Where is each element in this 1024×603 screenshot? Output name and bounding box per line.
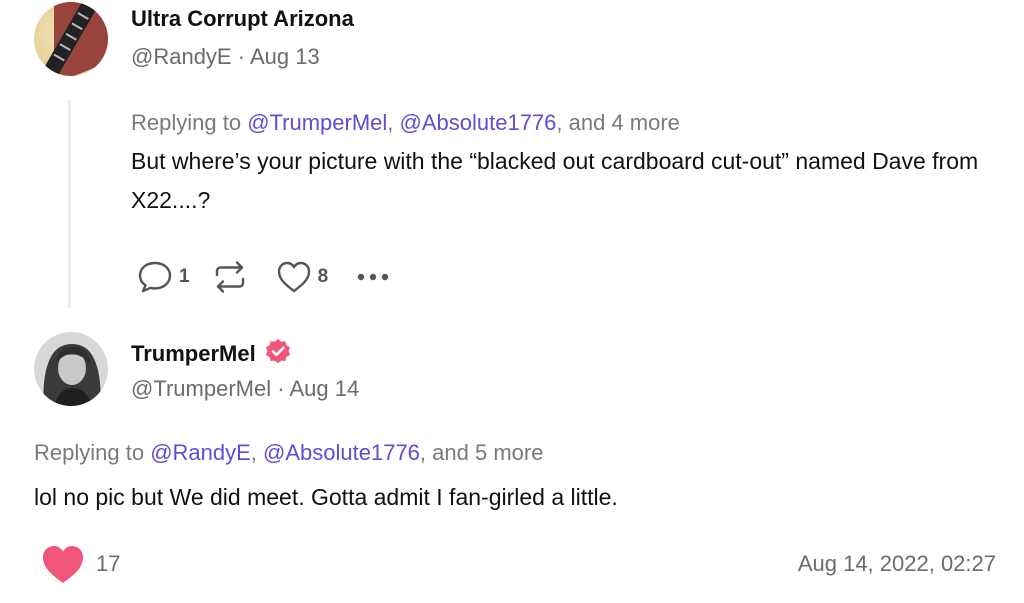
display-name[interactable]: Ultra Corrupt Arizona — [131, 6, 354, 32]
mention-link[interactable]: @Absolute1776 — [263, 440, 420, 465]
handle[interactable]: @TrumperMel — [131, 376, 271, 401]
handle-and-date: @RandyE · Aug 13 — [131, 44, 320, 70]
avatar-randye[interactable] — [34, 2, 108, 76]
more-button[interactable] — [356, 272, 390, 282]
post-text: lol no pic but We did meet. Gotta admit … — [34, 484, 618, 510]
post-date[interactable]: Aug 13 — [250, 44, 320, 69]
mention-link[interactable]: @TrumperMel — [247, 110, 387, 135]
replying-prefix: Replying to — [131, 110, 248, 135]
restack-button[interactable] — [212, 260, 248, 294]
post-timestamp: Aug 14, 2022, 02:27 — [797, 551, 996, 576]
restack-icon — [212, 260, 248, 294]
like-count: 17 — [96, 551, 121, 576]
mention-link[interactable]: @Absolute1776 — [400, 110, 557, 135]
thread-line — [68, 100, 71, 308]
comment-icon — [137, 260, 173, 294]
comment-count: 1 — [179, 266, 190, 287]
and-more[interactable]: , and 4 more — [556, 110, 680, 135]
display-name: TrumperMel — [131, 338, 292, 372]
post-actions: 1 8 — [137, 260, 390, 294]
avatar-trumpermel[interactable] — [34, 332, 108, 406]
like-count: 8 — [317, 266, 329, 287]
handle[interactable]: @RandyE — [131, 44, 232, 69]
replying-prefix: Replying to — [34, 440, 151, 465]
comma: , — [250, 440, 264, 465]
comment-button[interactable]: 1 — [137, 260, 190, 294]
post-date[interactable]: Aug 14 — [289, 376, 359, 401]
separator: · — [277, 376, 285, 401]
more-dots-icon — [356, 272, 390, 282]
like-button[interactable]: 8 — [276, 260, 329, 294]
post-text: But where’s your picture with the “black… — [131, 148, 979, 213]
comma: , — [387, 110, 400, 135]
replying-to: Replying to @RandyE, @Absolute1776, and … — [34, 440, 543, 466]
display-name-text[interactable]: TrumperMel — [131, 341, 256, 366]
handle-and-date: @TrumperMel · Aug 14 — [131, 376, 359, 402]
and-more[interactable]: , and 5 more — [420, 440, 544, 465]
heart-filled-icon — [40, 546, 86, 589]
replying-to: Replying to @TrumperMel, @Absolute1776, … — [131, 110, 680, 136]
separator: · — [237, 44, 246, 69]
verified-badge-icon — [264, 338, 292, 372]
like-button[interactable] — [40, 543, 86, 590]
mention-link[interactable]: @RandyE — [150, 440, 251, 465]
heart-outline-icon — [276, 260, 312, 294]
